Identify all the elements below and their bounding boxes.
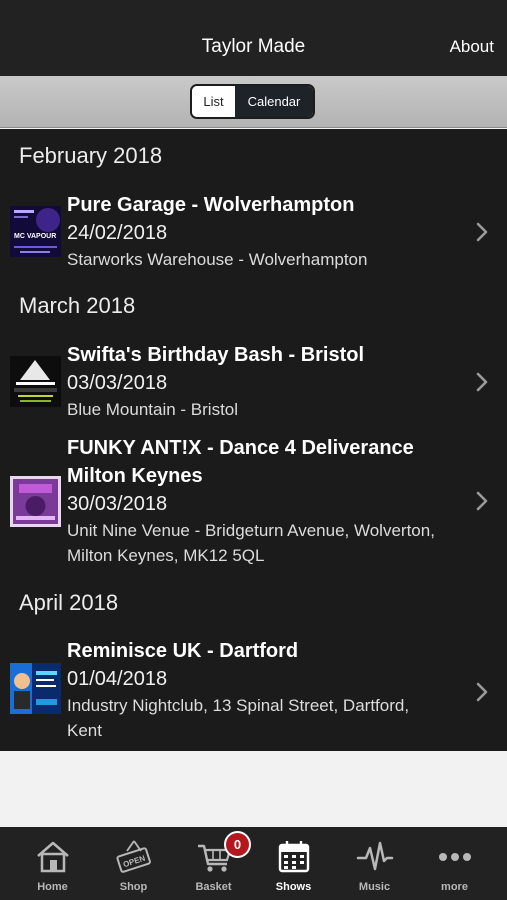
month-header: March 2018: [19, 293, 136, 318]
about-button[interactable]: About: [450, 37, 494, 57]
event-title: Pure Garage - Wolverhampton: [67, 194, 355, 216]
chevron-right-icon: [476, 222, 488, 242]
page-title: Taylor Made: [201, 36, 306, 57]
tab-home-label: Home: [37, 881, 68, 893]
nav-header: Taylor Made About: [0, 0, 507, 76]
list-tab[interactable]: List: [192, 86, 235, 117]
event-date: 30/03/2018: [67, 493, 168, 515]
event-thumbnail: MC VAPOUR: [10, 206, 61, 257]
home-icon: [36, 841, 69, 873]
event-thumbnail: [10, 663, 61, 714]
event-venue: Blue Mountain - Bristol: [67, 400, 239, 419]
event-title: Reminisce UK - Dartford: [67, 640, 299, 662]
more-dots-icon: [438, 853, 471, 861]
event-venue-continued: Kent: [67, 721, 102, 740]
waveform-icon: [356, 841, 393, 871]
calendar-icon: [278, 841, 309, 873]
event-venue: Industry Nightclub, 13 Spinal Street, Da…: [67, 696, 410, 715]
events-list: February 2018 MC VAPOUR Pure Garage - Wo…: [0, 129, 507, 751]
event-venue: Unit Nine Venue - Bridgeturn Avenue, Wol…: [67, 521, 435, 540]
event-venue-continued: Milton Keynes, MK12 5QL: [67, 546, 265, 565]
tab-shop-label: Shop: [119, 881, 148, 893]
month-header: February 2018: [19, 143, 163, 168]
tab-more[interactable]: more: [414, 827, 495, 900]
event-thumbnail: [10, 356, 61, 407]
event-venue: Starworks Warehouse - Wolverhampton: [67, 250, 368, 269]
tab-more-label: more: [441, 881, 468, 893]
view-segmented-control: List Calendar: [190, 84, 315, 119]
event-title-continued: Milton Keynes: [67, 465, 203, 487]
chevron-right-icon: [476, 372, 488, 392]
tab-bar: Home OPEN Shop Basket Shows Music more: [0, 827, 507, 900]
tab-basket-label: Basket: [195, 881, 232, 893]
segment-bar: List Calendar: [0, 76, 507, 128]
calendar-tab[interactable]: Calendar: [235, 86, 313, 117]
event-row[interactable]: MC VAPOUR Pure Garage - Wolverhampton 24…: [0, 189, 507, 277]
basket-count-badge: 0: [224, 831, 251, 858]
event-date: 01/04/2018: [67, 668, 168, 690]
tab-shop[interactable]: OPEN Shop: [93, 827, 174, 900]
event-row[interactable]: Swifta's Birthday Bash - Bristol 03/03/2…: [0, 339, 507, 427]
event-date: 03/03/2018: [67, 372, 168, 394]
event-thumbnail: [10, 476, 61, 527]
event-date: 24/02/2018: [67, 222, 168, 244]
thumb-text: MC VAPOUR: [14, 233, 56, 240]
tab-shows[interactable]: Shows: [253, 827, 334, 900]
tab-music-label: Music: [358, 881, 391, 893]
event-row[interactable]: FUNKY ANT!X - Dance 4 Deliverance Milton…: [0, 431, 507, 571]
chevron-right-icon: [476, 682, 488, 702]
chevron-right-icon: [476, 491, 488, 511]
tab-home[interactable]: Home: [12, 827, 93, 900]
event-row[interactable]: Reminisce UK - Dartford 01/04/2018 Indus…: [0, 635, 507, 749]
svg-text:OPEN: OPEN: [121, 854, 146, 870]
month-header: April 2018: [19, 590, 119, 615]
open-sign-icon: OPEN: [115, 840, 151, 873]
tab-shows-label: Shows: [275, 881, 312, 893]
event-title: Swifta's Birthday Bash - Bristol: [67, 344, 365, 366]
tab-music[interactable]: Music: [334, 827, 415, 900]
event-title: FUNKY ANT!X - Dance 4 Deliverance: [67, 437, 414, 459]
